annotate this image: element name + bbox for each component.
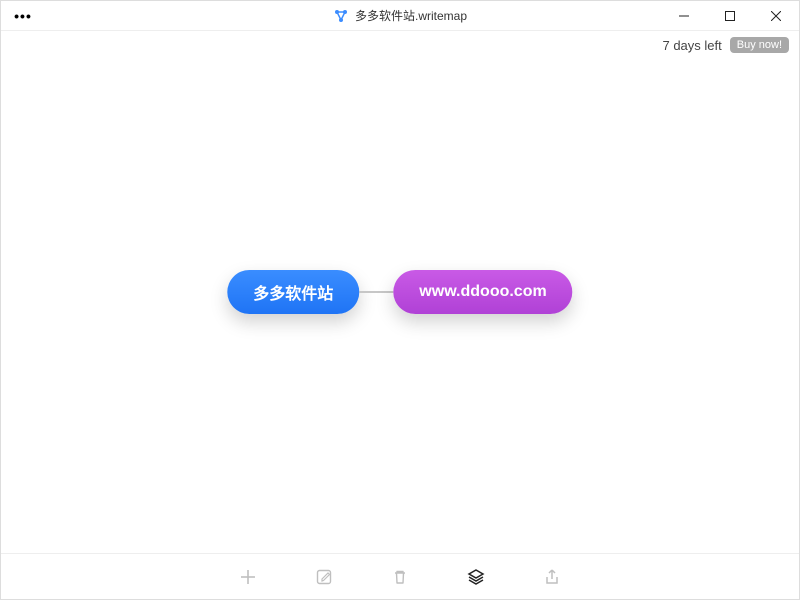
edit-icon (315, 568, 333, 586)
maximize-button[interactable] (707, 1, 753, 31)
mindmap-node-root[interactable]: 多多软件站 (227, 270, 359, 314)
add-button[interactable] (236, 565, 260, 589)
mindmap-connector (359, 291, 393, 293)
app-logo-icon (333, 8, 349, 24)
menu-button[interactable]: ••• (1, 1, 45, 31)
share-icon (543, 568, 561, 586)
edit-button[interactable] (312, 565, 336, 589)
window-title: 多多软件站.writemap (355, 7, 467, 24)
plus-icon (239, 568, 257, 586)
app-window: ••• 多多软件站.writemap (0, 0, 800, 600)
title-bar: ••• 多多软件站.writemap (1, 1, 799, 31)
trial-days-left: 7 days left (662, 38, 721, 53)
bottom-toolbar (1, 553, 799, 599)
share-button[interactable] (540, 565, 564, 589)
mindmap-canvas[interactable]: 多多软件站 www.ddooo.com (1, 53, 799, 553)
mindmap-node-child[interactable]: www.ddooo.com (393, 270, 572, 314)
layers-icon (467, 568, 485, 586)
trial-banner: 7 days left Buy now! (1, 31, 799, 53)
buy-now-button[interactable]: Buy now! (730, 37, 789, 53)
delete-button[interactable] (388, 565, 412, 589)
close-button[interactable] (753, 1, 799, 31)
window-controls (661, 1, 799, 31)
mindmap-root: 多多软件站 www.ddooo.com (227, 270, 572, 314)
layers-button[interactable] (464, 565, 488, 589)
trash-icon (391, 568, 409, 586)
minimize-button[interactable] (661, 1, 707, 31)
